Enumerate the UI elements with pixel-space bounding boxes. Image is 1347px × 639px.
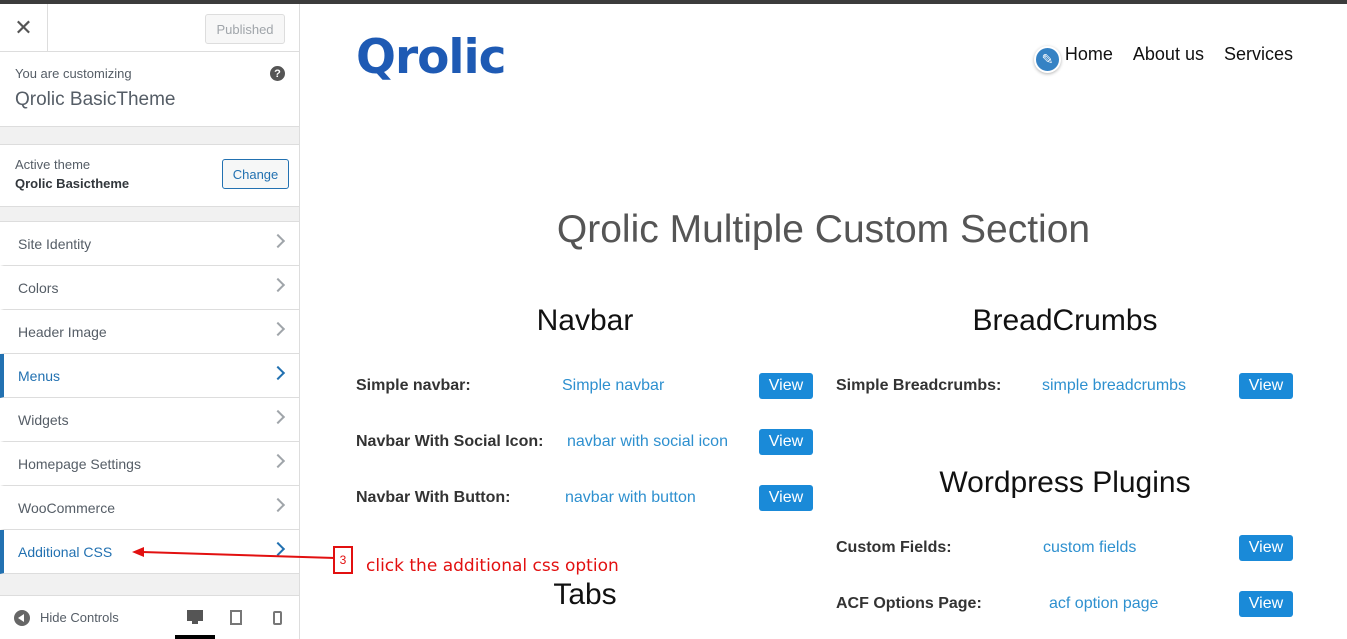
sidebar-item-woocommerce[interactable]: WooCommerce — [0, 486, 299, 530]
annotation-arrow — [132, 547, 336, 559]
sidebar-item-label: Colors — [18, 279, 59, 296]
preview-mobile-button[interactable] — [257, 596, 297, 639]
tabs-section-title: Tabs — [553, 578, 617, 611]
mobile-icon — [272, 610, 282, 625]
sidebar-item-label: Menus — [18, 367, 61, 384]
list-item: Navbar With Social Icon: navbar with soc… — [356, 429, 816, 455]
active-theme-panel: Active theme Qrolic Basictheme Change — [0, 145, 299, 207]
sidebar-item-label: WooCommerce — [18, 499, 115, 516]
tablet-icon — [230, 610, 242, 625]
breadcrumbs-section-title: BreadCrumbs — [972, 304, 1158, 337]
plugins-section-title: Wordpress Plugins — [939, 466, 1191, 499]
chevron-right-icon — [270, 497, 286, 513]
customizing-info: You are customizing Qrolic BasicTheme ? — [0, 52, 299, 127]
navbar-section-title: Navbar — [536, 304, 634, 337]
item-label: Navbar With Social Icon: — [356, 433, 544, 450]
sidebar-item-label: Widgets — [18, 411, 69, 428]
view-button[interactable]: View — [759, 485, 813, 511]
view-button[interactable]: View — [759, 373, 813, 399]
item-link[interactable]: acf option page — [1049, 595, 1158, 613]
close-icon[interactable]: ✕ — [0, 4, 48, 52]
annotation-text: click the additional css option — [366, 556, 619, 576]
item-label: Simple Breadcrumbs: — [836, 377, 1002, 394]
list-item: Custom Fields: custom fields View — [836, 535, 1296, 561]
view-button[interactable]: View — [1239, 535, 1293, 561]
annotation-step-badge: 3 — [333, 546, 353, 574]
sidebar-footer: Hide Controls — [0, 595, 299, 639]
item-label: Navbar With Button: — [356, 489, 511, 506]
nav-about-us[interactable]: About us — [1133, 44, 1204, 65]
site-preview: Qrolic ✎ Home About us Services Qrolic M… — [300, 4, 1347, 639]
chevron-right-icon — [270, 277, 286, 293]
hide-controls-button[interactable]: Hide Controls — [40, 610, 119, 625]
nav-services[interactable]: Services — [1224, 44, 1293, 65]
sidebar-item-colors[interactable]: Colors — [0, 266, 299, 310]
item-link[interactable]: Simple navbar — [562, 377, 664, 395]
help-icon[interactable]: ? — [270, 66, 285, 81]
preview-desktop-button[interactable] — [175, 596, 215, 639]
view-button[interactable]: View — [759, 429, 813, 455]
sidebar-item-label: Header Image — [18, 323, 107, 340]
published-button[interactable]: Published — [205, 14, 285, 44]
item-label: Custom Fields: — [836, 539, 952, 556]
site-nav: Home About us Services — [1065, 44, 1293, 65]
item-label: ACF Options Page: — [836, 595, 982, 612]
item-link[interactable]: simple breadcrumbs — [1042, 377, 1186, 395]
nav-home[interactable]: Home — [1065, 44, 1113, 65]
change-theme-button[interactable]: Change — [222, 159, 289, 189]
customizing-theme-name: Qrolic BasicTheme — [15, 89, 176, 110]
chevron-right-icon — [270, 365, 286, 381]
list-item: ACF Options Page: acf option page View — [836, 591, 1296, 617]
list-item: Simple Breadcrumbs: simple breadcrumbs V… — [836, 373, 1296, 399]
customizing-label: You are customizing — [15, 66, 132, 81]
view-button[interactable]: View — [1239, 591, 1293, 617]
sidebar-item-widgets[interactable]: Widgets — [0, 398, 299, 442]
desktop-icon — [187, 610, 203, 624]
sidebar-header: ✕ Published — [0, 4, 299, 52]
edit-pencil-icon[interactable]: ✎ — [1034, 46, 1061, 73]
list-item: Navbar With Button: navbar with button V… — [356, 485, 816, 511]
list-item: Simple navbar: Simple navbar View — [356, 373, 816, 399]
sidebar-item-menus[interactable]: Menus — [0, 354, 299, 398]
item-link[interactable]: custom fields — [1043, 539, 1136, 557]
item-link[interactable]: navbar with button — [565, 489, 696, 507]
sidebar-item-label: Additional CSS — [18, 543, 113, 560]
sidebar-item-label: Site Identity — [18, 235, 92, 252]
sidebar-item-homepage-settings[interactable]: Homepage Settings — [0, 442, 299, 486]
site-logo[interactable]: Qrolic — [356, 30, 507, 85]
sidebar-item-site-identity[interactable]: Site Identity — [0, 222, 299, 266]
item-label: Simple navbar: — [356, 377, 471, 394]
collapse-icon[interactable] — [14, 609, 30, 626]
chevron-right-icon — [270, 409, 286, 425]
chevron-right-icon — [270, 233, 286, 249]
sidebar-item-header-image[interactable]: Header Image — [0, 310, 299, 354]
sidebar-item-label: Homepage Settings — [18, 455, 141, 472]
page-title: Qrolic Multiple Custom Section — [556, 208, 1091, 251]
view-button[interactable]: View — [1239, 373, 1293, 399]
item-link[interactable]: navbar with social icon — [567, 433, 728, 451]
preview-tablet-button[interactable] — [216, 596, 256, 639]
chevron-right-icon — [270, 453, 286, 469]
chevron-right-icon — [270, 321, 286, 337]
